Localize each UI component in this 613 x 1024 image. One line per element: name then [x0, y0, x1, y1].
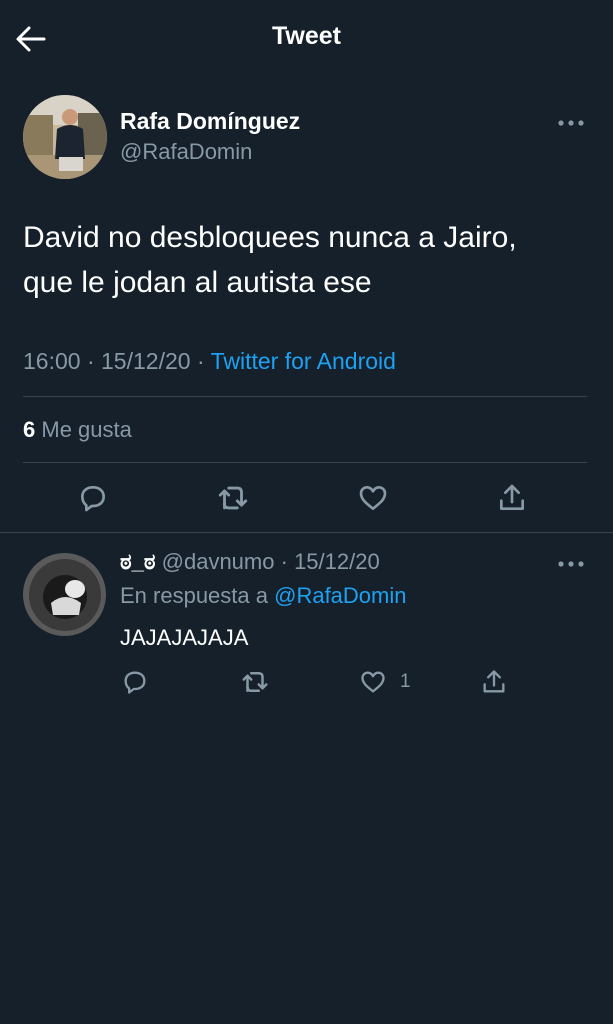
tweet-source-link[interactable]: Twitter for Android: [211, 348, 396, 374]
retweet-icon[interactable]: [213, 478, 253, 518]
divider: [0, 532, 613, 533]
like-icon[interactable]: [353, 662, 393, 702]
more-icon[interactable]: [557, 557, 587, 569]
separator-dot: ·: [86, 348, 102, 374]
reply-icon[interactable]: [73, 478, 113, 518]
tweet-date: 15/12/20: [101, 348, 191, 374]
replying-to-handle[interactable]: @RafaDomin: [274, 583, 406, 608]
reply-text: JAJAJAJAJA: [120, 625, 249, 650]
reply-author-name[interactable]: ಠ_ಠ: [120, 549, 156, 574]
author-handle[interactable]: @RafaDomin: [120, 139, 252, 165]
avatar[interactable]: [23, 95, 107, 179]
tweet-time: 16:00: [23, 348, 81, 374]
replying-prefix: En respuesta a: [120, 583, 268, 608]
divider: [23, 396, 587, 397]
avatar[interactable]: [23, 553, 106, 636]
reply-icon[interactable]: [115, 662, 155, 702]
author-name[interactable]: Rafa Domínguez: [120, 108, 300, 135]
divider: [23, 462, 587, 463]
page-title: Tweet: [272, 22, 341, 50]
like-icon[interactable]: [353, 478, 393, 518]
tweet-text-line-1: David no desbloquees nunca a Jairo,: [23, 221, 517, 254]
reply-author-handle[interactable]: @davnumo: [162, 549, 275, 574]
replying-to: En respuesta a @RafaDomin: [120, 583, 407, 609]
separator-dot: ·: [280, 549, 288, 574]
more-icon[interactable]: [557, 116, 587, 128]
likes-label: Me gusta: [41, 417, 132, 442]
tweet-text-line-2: que le jodan al autista ese: [23, 266, 372, 299]
reply-date: 15/12/20: [294, 549, 380, 574]
likes-count: 6: [23, 417, 36, 442]
likes-stat[interactable]: 6 Me gusta: [23, 417, 132, 443]
share-icon[interactable]: [474, 662, 514, 702]
separator-dot: ·: [196, 348, 211, 374]
retweet-icon[interactable]: [235, 662, 275, 702]
share-icon[interactable]: [492, 478, 532, 518]
reply-like-count: 1: [400, 671, 411, 692]
reply-header: ಠ_ಠ @davnumo · 15/12/20: [120, 549, 380, 575]
tweet-meta: 16:00 · 15/12/20 · Twitter for Android: [23, 348, 396, 375]
